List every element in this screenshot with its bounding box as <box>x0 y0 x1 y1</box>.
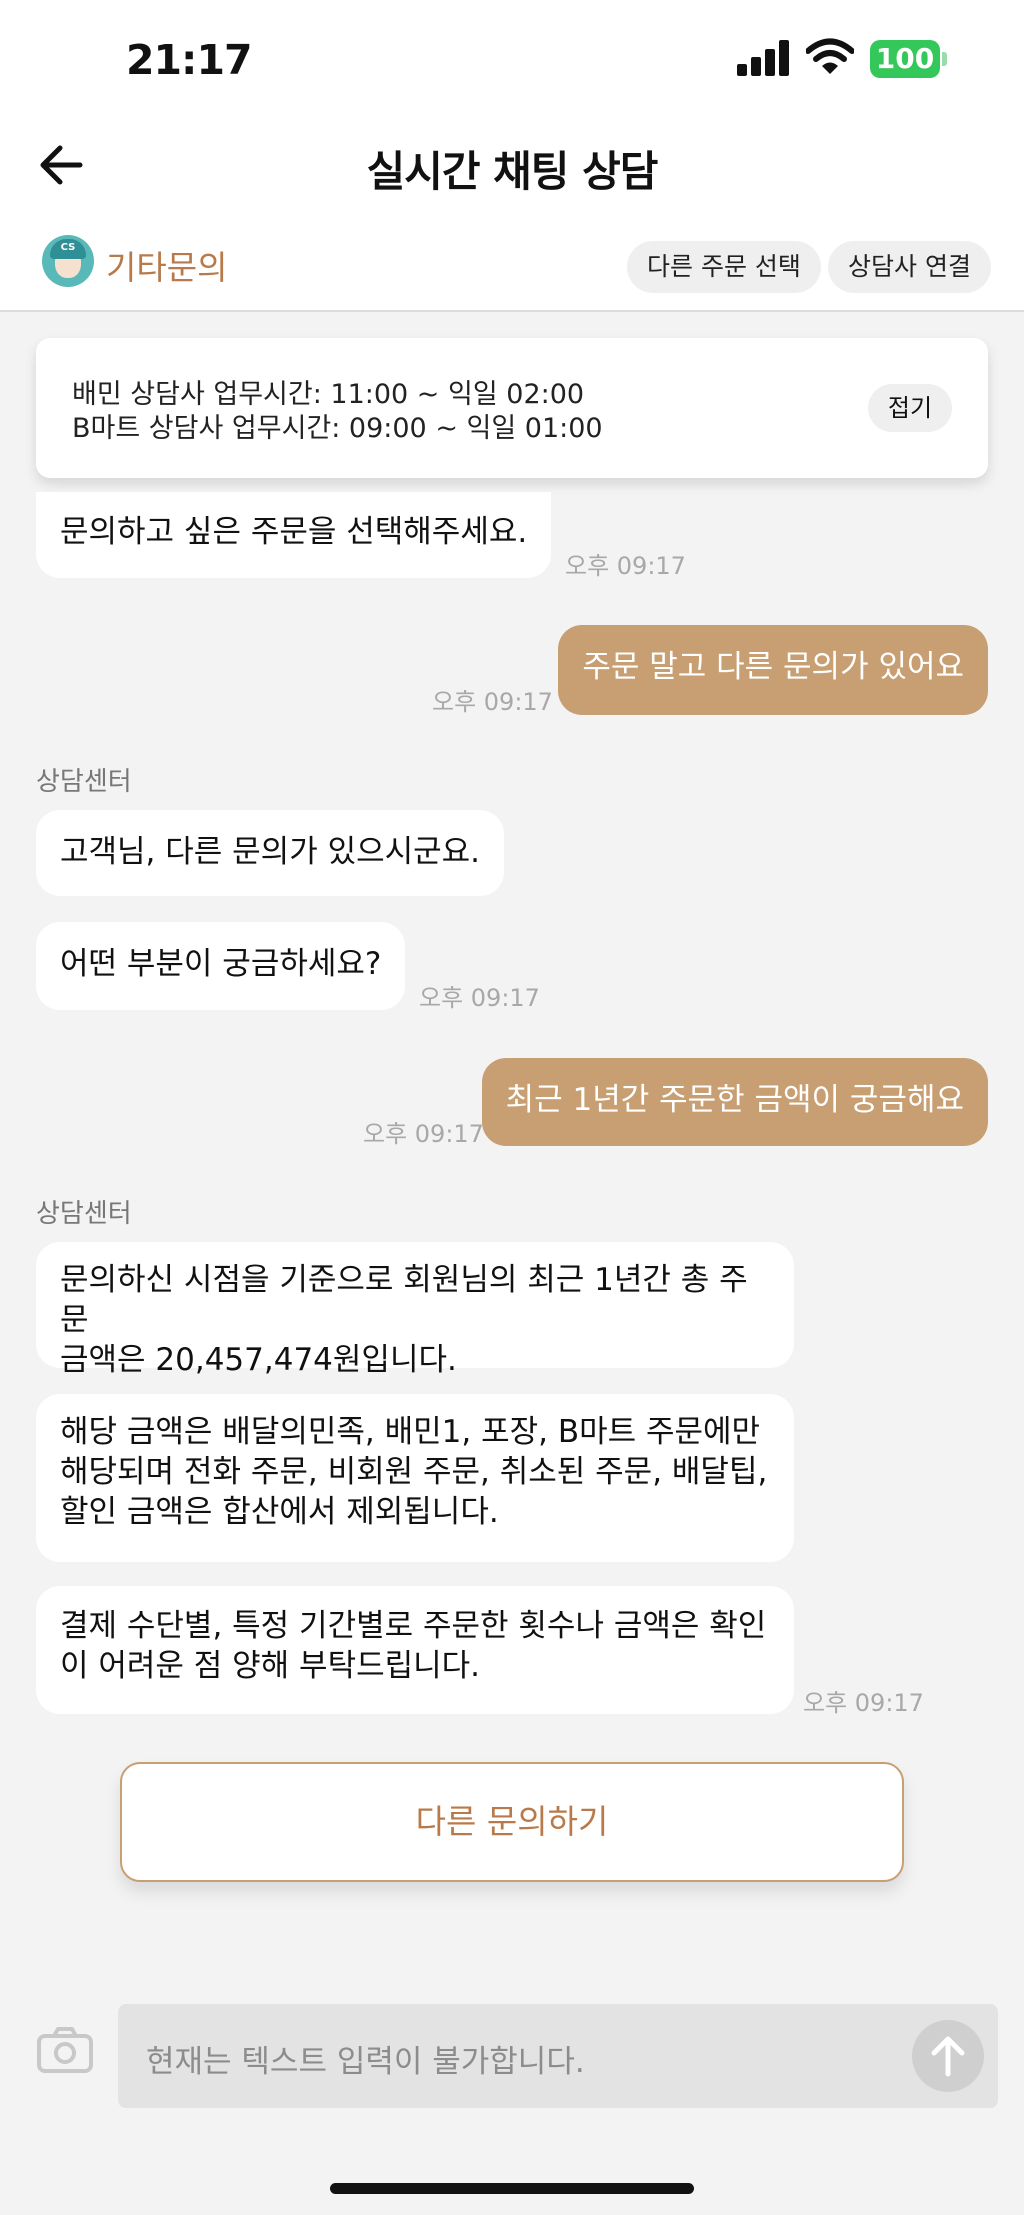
battery-tip <box>942 52 947 66</box>
sender-name: 상담센터 <box>36 1199 132 1229</box>
chat-bubble-user: 최근 1년간 주문한 금액이 궁금해요 <box>481 1058 988 1146</box>
chat-bubble-user: 주문 말고 다른 문의가 있어요 <box>558 625 988 715</box>
chat-bubble-bot: 어떤 부분이 궁금하세요? <box>36 922 406 1010</box>
message-input[interactable]: 현재는 텍스트 입력이 불가합니다. <box>118 2004 998 2108</box>
send-button[interactable] <box>912 2020 984 2092</box>
bubble-line: 해당되며 전화 주문, 비회원 주문, 취소된 주문, 배달팁, <box>60 1454 768 1490</box>
sender-name: 상담센터 <box>36 767 132 797</box>
home-indicator <box>330 2183 694 2194</box>
inquiry-category: 기타문의 <box>106 248 228 287</box>
connect-agent-button[interactable]: 상담사 연결 <box>828 241 991 293</box>
top-bar: 21:17 100 실시간 채팅 상담 CS 기타문의 다른 주문 선택 상담사… <box>0 0 1024 312</box>
message-time: 오후 09:17 <box>565 552 686 580</box>
bubble-line: 결제 수단별, 특정 기간별로 주문한 횟수나 금액은 확인 <box>60 1608 767 1644</box>
inquiry-subbar: CS 기타문의 다른 주문 선택 상담사 연결 <box>0 225 1024 305</box>
message-time: 오후 09:17 <box>803 1689 924 1717</box>
message-time: 오후 09:17 <box>363 1120 484 1148</box>
nav-bar: 실시간 채팅 상담 <box>0 120 1024 230</box>
arrow-up-icon <box>931 2036 965 2077</box>
bubble-line: 문의하신 시점을 기준으로 회원님의 최근 1년간 총 주문 <box>60 1262 748 1338</box>
bubble-line: 해당 금액은 배달의민족, 배민1, 포장, B마트 주문에만 <box>60 1414 761 1450</box>
chat-bubble-bot: 문의하고 싶은 주문을 선택해주세요. <box>36 492 552 578</box>
bubble-line: 금액은 20,457,474원입니다. <box>60 1342 457 1378</box>
fold-button[interactable]: 접기 <box>868 384 952 432</box>
cs-agent-avatar: CS <box>42 235 94 287</box>
page-title: 실시간 채팅 상담 <box>366 147 659 196</box>
other-inquiry-button[interactable]: 다른 문의하기 <box>120 1762 904 1882</box>
message-time: 오후 09:17 <box>419 984 540 1012</box>
select-other-order-button[interactable]: 다른 주문 선택 <box>627 241 821 293</box>
chat-bubble-bot: 해당 금액은 배달의민족, 배민1, 포장, B마트 주문에만 해당되며 전화 … <box>36 1394 794 1562</box>
camera-icon[interactable] <box>36 2026 94 2074</box>
battery-indicator: 100 <box>870 40 940 78</box>
chat-bubble-bot: 문의하신 시점을 기준으로 회원님의 최근 1년간 총 주문 금액은 20,45… <box>36 1242 794 1378</box>
business-hours-notice: 배민 상담사 업무시간: 11:00 ~ 익일 02:00 B마트 상담사 업무… <box>36 338 988 478</box>
signal-icon <box>737 40 791 76</box>
status-bar: 21:17 100 <box>0 0 1024 120</box>
notice-line-bmart: B마트 상담사 업무시간: 09:00 ~ 익일 01:00 <box>72 413 603 444</box>
bubble-line: 이 어려운 점 양해 부탁드립니다. <box>60 1648 481 1684</box>
chat-bubble-bot: 고객님, 다른 문의가 있으시군요. <box>36 810 505 896</box>
status-time: 21:17 <box>126 36 253 84</box>
avatar-cap: CS <box>50 239 86 259</box>
bubble-line: 할인 금액은 합산에서 제외됩니다. <box>60 1494 499 1530</box>
chat-bubble-bot: 결제 수단별, 특정 기간별로 주문한 횟수나 금액은 확인 이 어려운 점 양… <box>36 1586 794 1714</box>
message-time: 오후 09:17 <box>432 688 553 716</box>
input-placeholder: 현재는 텍스트 입력이 불가합니다. <box>146 2044 585 2080</box>
wifi-icon <box>806 38 854 74</box>
